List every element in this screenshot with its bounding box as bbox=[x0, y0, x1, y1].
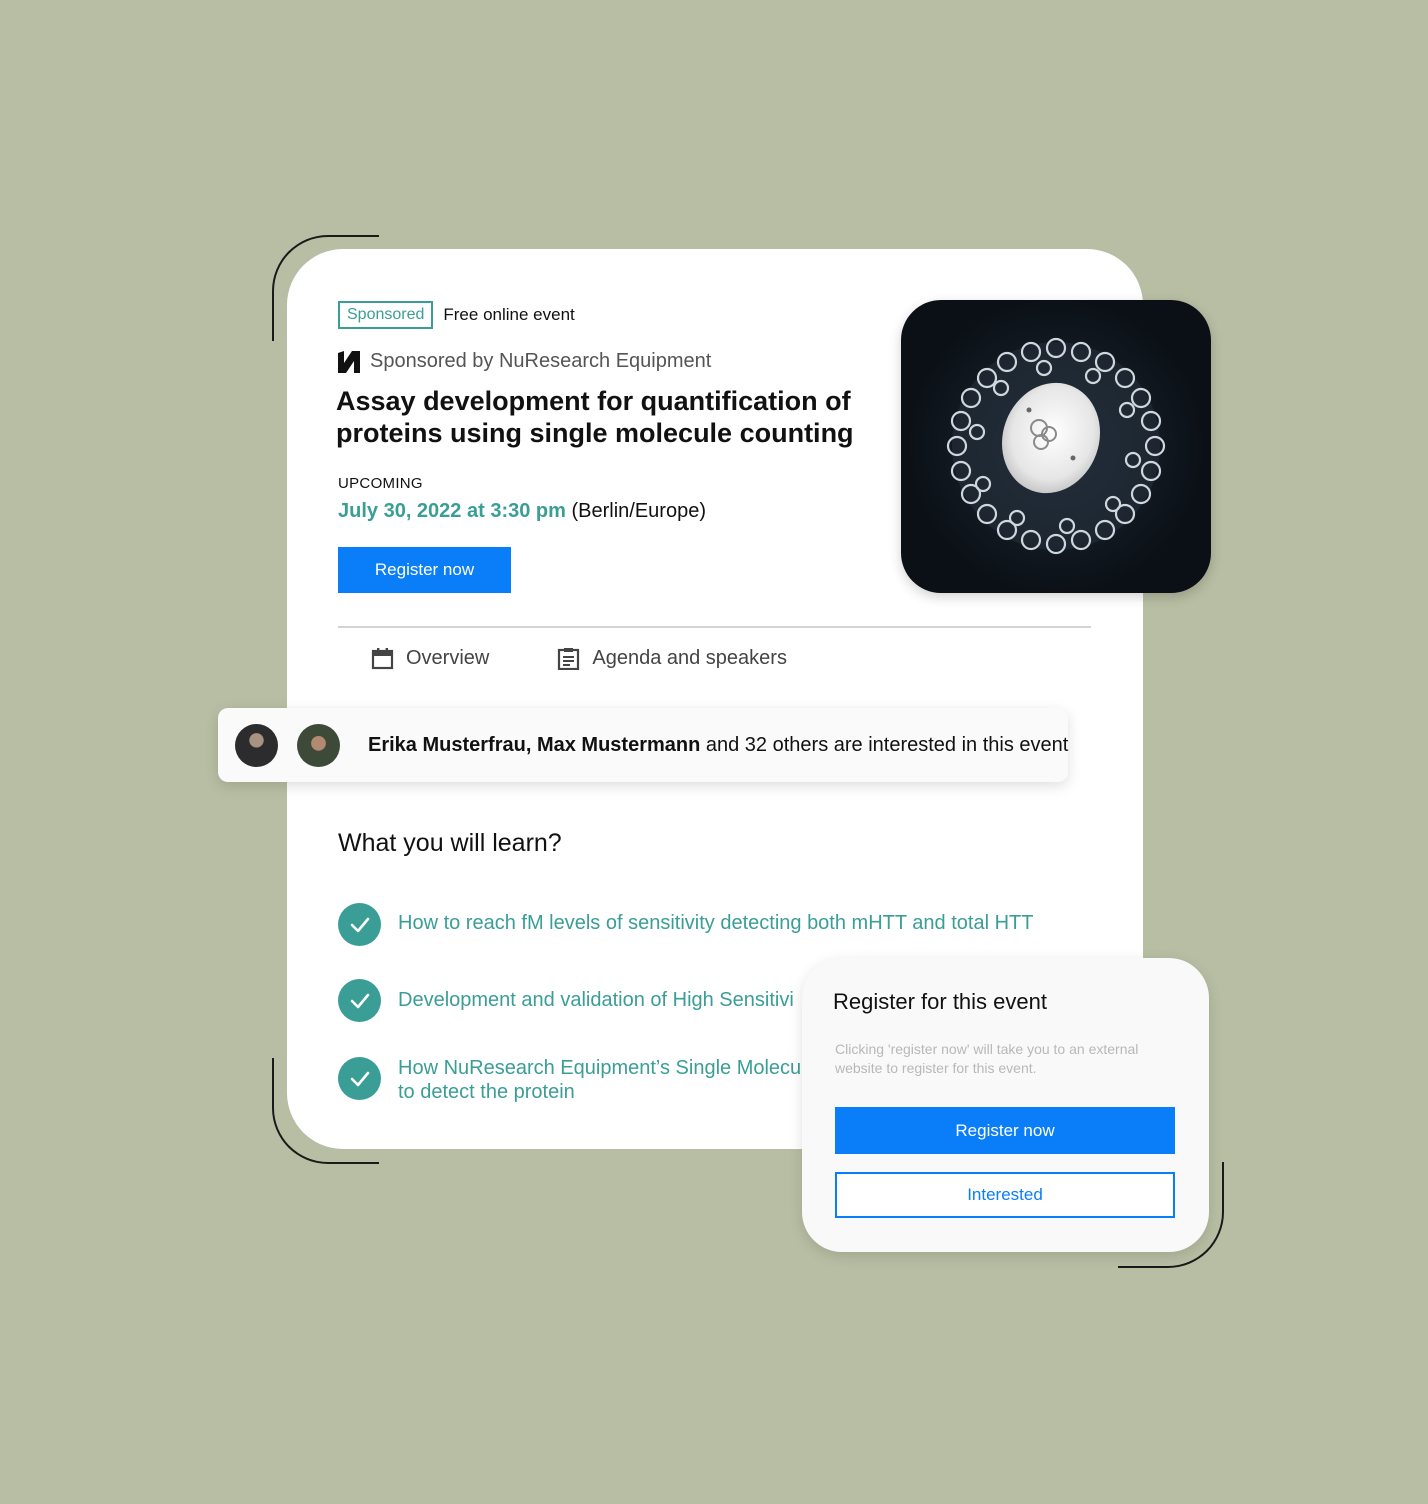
nuresearch-logo-icon bbox=[338, 350, 360, 373]
tab-bar: Overview Agenda and speakers bbox=[371, 647, 855, 670]
calendar-icon bbox=[371, 648, 394, 670]
avatar bbox=[297, 724, 340, 767]
event-type-label: Free online event bbox=[443, 305, 575, 324]
learn-heading: What you will learn? bbox=[338, 829, 562, 857]
register-now-button[interactable]: Register now bbox=[338, 547, 511, 593]
register-panel: Register for this event Clicking 'regist… bbox=[802, 958, 1209, 1252]
sponsor-row: Sponsored by NuResearch Equipment bbox=[338, 350, 711, 373]
event-status: UPCOMING bbox=[338, 475, 423, 492]
divider bbox=[338, 626, 1091, 628]
register-panel-title: Register for this event bbox=[833, 989, 1047, 1014]
interested-button[interactable]: Interested bbox=[835, 1172, 1175, 1218]
virus-particle-illustration bbox=[946, 337, 1166, 555]
event-date: July 30, 2022 at 3:30 pm bbox=[338, 500, 566, 522]
check-icon bbox=[338, 903, 381, 946]
register-now-panel-button[interactable]: Register now bbox=[835, 1107, 1175, 1154]
tab-agenda-label: Agenda and speakers bbox=[592, 647, 787, 669]
event-meta-row: Sponsored Free online event bbox=[338, 301, 575, 329]
tab-overview[interactable]: Overview bbox=[371, 647, 489, 670]
interest-bar: Erika Musterfrau, Max Mustermann and 32 … bbox=[218, 708, 1068, 782]
event-image bbox=[901, 300, 1211, 593]
sponsor-text: Sponsored by NuResearch Equipment bbox=[370, 350, 712, 372]
event-title: Assay development for quantification of … bbox=[336, 386, 854, 448]
clipboard-icon bbox=[558, 648, 580, 670]
interest-names: Erika Musterfrau, Max Mustermann bbox=[368, 734, 701, 756]
learn-item: How NuResearch Equipment’s Single Molecu… bbox=[338, 1057, 808, 1104]
learn-item: How to reach fM levels of sensitivity de… bbox=[338, 903, 1048, 946]
register-panel-note: Clicking 'register now' will take you to… bbox=[835, 1041, 1139, 1076]
sponsored-badge: Sponsored bbox=[338, 301, 434, 329]
event-timezone: (Berlin/Europe) bbox=[571, 500, 706, 522]
learn-item-text: How to reach fM levels of sensitivity de… bbox=[398, 912, 1034, 934]
avatar bbox=[235, 724, 278, 767]
interest-text: Erika Musterfrau, Max Mustermann and 32 … bbox=[368, 734, 1068, 757]
check-icon bbox=[338, 1057, 381, 1100]
learn-item-text: How NuResearch Equipment’s Single Molecu… bbox=[398, 1057, 806, 1103]
tab-overview-label: Overview bbox=[406, 647, 490, 669]
tab-agenda[interactable]: Agenda and speakers bbox=[557, 647, 787, 670]
interest-rest: and 32 others are interested in this eve… bbox=[700, 734, 1069, 756]
check-icon bbox=[338, 979, 381, 1022]
event-datetime: July 30, 2022 at 3:30 pm (Berlin/Europe) bbox=[338, 500, 706, 523]
